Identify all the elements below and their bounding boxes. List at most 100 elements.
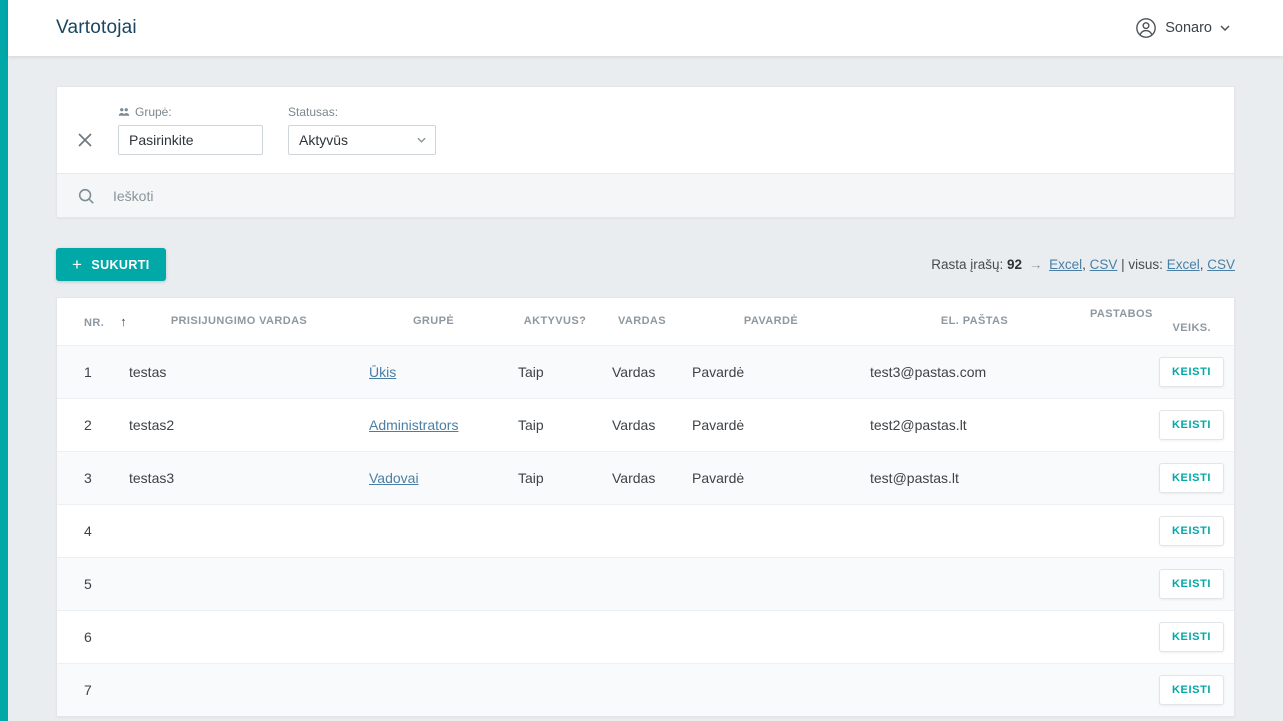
arrow-icon: → — [1029, 257, 1043, 272]
status-select-value: Aktyvūs — [299, 132, 348, 148]
column-header-notes[interactable]: PASTABOS — [1089, 298, 1149, 345]
table-row: 7 KEISTI — [57, 663, 1235, 716]
cell-first-name: Vardas — [602, 345, 682, 398]
cell-active — [508, 557, 602, 610]
cell-actions: KEISTI — [1149, 504, 1235, 557]
cell-notes — [1089, 610, 1149, 663]
export-excel-link[interactable]: Excel — [1049, 257, 1082, 272]
cell-email — [860, 610, 1089, 663]
cell-actions: KEISTI — [1149, 345, 1235, 398]
cell-actions: KEISTI — [1149, 557, 1235, 610]
edit-button[interactable]: KEISTI — [1159, 357, 1224, 387]
export-csv-link[interactable]: CSV — [1090, 257, 1118, 272]
cell-username — [119, 504, 359, 557]
left-accent-bar — [0, 0, 8, 721]
cell-nr: 6 — [57, 610, 119, 663]
cell-active: Taip — [508, 345, 602, 398]
cell-notes — [1089, 345, 1149, 398]
column-header-active[interactable]: AKTYVUS? — [508, 298, 602, 345]
edit-button[interactable]: KEISTI — [1159, 622, 1224, 652]
column-header-lastname[interactable]: PAVARDĖ — [682, 298, 860, 345]
cell-notes — [1089, 451, 1149, 504]
cell-actions: KEISTI — [1149, 398, 1235, 451]
cell-group — [359, 610, 508, 663]
group-filter-label: Grupė: — [118, 105, 263, 119]
cell-last-name — [682, 504, 860, 557]
table-row: 6 KEISTI — [57, 610, 1235, 663]
cell-active — [508, 610, 602, 663]
cell-group: Ūkis — [359, 345, 508, 398]
group-link[interactable]: Ūkis — [369, 364, 396, 380]
cell-first-name — [602, 504, 682, 557]
group-select[interactable] — [118, 125, 263, 155]
group-link[interactable]: Administrators — [369, 417, 458, 433]
cell-nr: 7 — [57, 663, 119, 716]
cell-notes — [1089, 663, 1149, 716]
top-bar: Vartotojai Sonaro — [8, 0, 1283, 56]
edit-button[interactable]: KEISTI — [1159, 675, 1224, 705]
toolbar: + SUKURTI Rasta įrašų: 92 → Excel, CSV |… — [56, 248, 1235, 281]
edit-button[interactable]: KEISTI — [1159, 516, 1224, 546]
column-header-email[interactable]: EL. PAŠTAS — [860, 298, 1089, 345]
cell-nr: 4 — [57, 504, 119, 557]
cell-email — [860, 557, 1089, 610]
cell-username: testas2 — [119, 398, 359, 451]
group-icon — [118, 106, 130, 118]
table-row: 1 testas Ūkis Taip Vardas Pavardė test3@… — [57, 345, 1235, 398]
cell-notes — [1089, 557, 1149, 610]
cell-email — [860, 504, 1089, 557]
user-menu[interactable]: Sonaro — [1135, 17, 1230, 39]
cell-last-name: Pavardė — [682, 398, 860, 451]
cell-username — [119, 663, 359, 716]
table-row: 5 KEISTI — [57, 557, 1235, 610]
status-filter-label: Statusas: — [288, 105, 436, 119]
clear-filters-icon[interactable] — [77, 132, 93, 148]
search-input[interactable] — [111, 187, 1214, 205]
status-select[interactable]: Aktyvūs — [288, 125, 436, 155]
column-header-nr[interactable]: NR.↑ — [57, 298, 119, 345]
table-row: 3 testas3 Vadovai Taip Vardas Pavardė te… — [57, 451, 1235, 504]
cell-notes — [1089, 398, 1149, 451]
export-all-csv-link[interactable]: CSV — [1207, 257, 1235, 272]
plus-icon: + — [72, 256, 82, 273]
cell-last-name — [682, 557, 860, 610]
search-icon — [77, 187, 95, 205]
cell-username — [119, 610, 359, 663]
results-label: Rasta įrašų: — [931, 257, 1003, 272]
cell-email: test@pastas.lt — [860, 451, 1089, 504]
cell-actions: KEISTI — [1149, 663, 1235, 716]
cell-last-name — [682, 663, 860, 716]
table-row: 4 KEISTI — [57, 504, 1235, 557]
results-summary: Rasta įrašų: 92 → Excel, CSV | visus: Ex… — [931, 257, 1235, 272]
column-header-firstname[interactable]: VARDAS — [602, 298, 682, 345]
filter-row: Grupė: Statusas: Aktyvūs — [57, 87, 1234, 173]
cell-group — [359, 504, 508, 557]
cell-email: test3@pastas.com — [860, 345, 1089, 398]
table-row: 2 testas2 Administrators Taip Vardas Pav… — [57, 398, 1235, 451]
column-header-username[interactable]: PRISIJUNGIMO VARDAS — [119, 298, 359, 345]
export-all-excel-link[interactable]: Excel — [1167, 257, 1200, 272]
cell-group — [359, 557, 508, 610]
cell-username: testas — [119, 345, 359, 398]
create-button[interactable]: + SUKURTI — [56, 248, 166, 281]
edit-button[interactable]: KEISTI — [1159, 569, 1224, 599]
edit-button[interactable]: KEISTI — [1159, 410, 1224, 440]
cell-group: Administrators — [359, 398, 508, 451]
cell-first-name — [602, 610, 682, 663]
main-content: Grupė: Statusas: Aktyvūs — [8, 56, 1283, 717]
cell-nr: 3 — [57, 451, 119, 504]
cell-actions: KEISTI — [1149, 451, 1235, 504]
export-all-label: | visus: — [1121, 257, 1163, 272]
sort-asc-icon[interactable]: ↑ — [120, 314, 127, 329]
column-header-actions[interactable]: VEIKS. — [1149, 298, 1235, 345]
cell-active — [508, 663, 602, 716]
chevron-down-icon — [417, 137, 426, 143]
cell-group: Vadovai — [359, 451, 508, 504]
group-filter: Grupė: — [118, 105, 263, 155]
edit-button[interactable]: KEISTI — [1159, 463, 1224, 493]
cell-first-name — [602, 663, 682, 716]
group-link[interactable]: Vadovai — [369, 470, 419, 486]
column-header-group[interactable]: GRUPĖ — [359, 298, 508, 345]
cell-active — [508, 504, 602, 557]
cell-email — [860, 663, 1089, 716]
